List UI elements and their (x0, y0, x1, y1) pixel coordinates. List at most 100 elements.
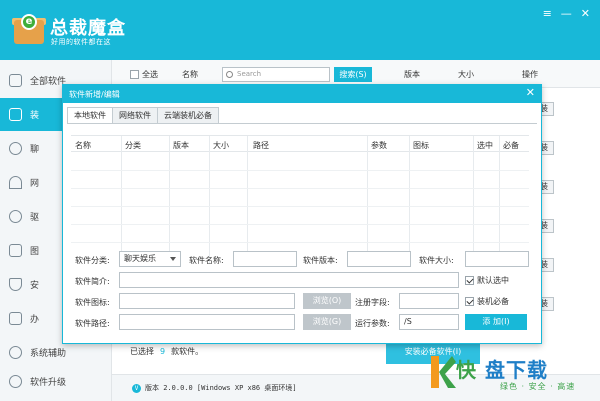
select-all-checkbox[interactable] (130, 70, 139, 79)
sidebar-item-label: 装 (30, 111, 40, 121)
column-header-size: 大小 (213, 141, 229, 150)
column-divider (367, 136, 368, 264)
sidebar-item-label: 聊 (30, 145, 40, 155)
required-checkbox[interactable] (465, 297, 474, 306)
list-header: 名称 分类 版本 大小 路径 参数 图标 选中 必备 (71, 136, 529, 152)
reg-label: 注册字段: (355, 298, 390, 307)
params-field[interactable]: /S (399, 314, 459, 330)
column-header-version: 版本 (173, 141, 189, 150)
intro-label: 软件简介: (75, 277, 110, 286)
window-controls: ≡ — ✕ (543, 8, 590, 19)
version-label: 软件版本: (303, 256, 338, 265)
dialog-title: 软件新增/编辑 (69, 90, 120, 99)
browse-path-button[interactable]: 浏览(G) (303, 314, 351, 330)
icon-label: 软件图标: (75, 298, 110, 307)
path-field[interactable] (119, 314, 295, 330)
shield-icon (9, 278, 22, 291)
select-all[interactable]: 全选 (130, 69, 158, 80)
row-divider (71, 170, 529, 171)
close-icon[interactable]: ✕ (526, 87, 535, 99)
column-divider (209, 136, 210, 264)
sidebar-item-label: 系统辅助 (30, 349, 67, 359)
search-icon (226, 71, 233, 78)
search-placeholder: Search (237, 70, 262, 78)
column-divider (473, 136, 474, 264)
watermark-title: 快 盘下载 (456, 354, 548, 383)
version-info: V 版本 2.0.0.0 [Windows XP x86 桌面环境] (132, 383, 297, 393)
software-edit-dialog: 软件新增/编辑 ✕ 本地软件 网络软件 云端装机必备 名称 分类 版本 大小 路… (62, 84, 542, 344)
size-label: 软件大小: (419, 256, 454, 265)
size-column-header: 大小 (458, 70, 474, 79)
software-list[interactable]: 名称 分类 版本 大小 路径 参数 图标 选中 必备 (71, 135, 529, 264)
row-divider (71, 206, 529, 207)
sidebar-item-label: 办 (30, 315, 40, 325)
close-icon[interactable]: ✕ (581, 8, 590, 19)
version-field[interactable] (347, 251, 411, 267)
sidebar-item-label: 图 (30, 247, 40, 257)
required-option[interactable]: 装机必备 (465, 296, 509, 307)
sidebar-item-label: 全部软件 (30, 77, 67, 87)
refresh-icon (9, 375, 22, 388)
monitor-icon (9, 108, 22, 121)
default-checked-checkbox[interactable] (465, 276, 474, 285)
add-button[interactable]: 添 加(I) (465, 314, 527, 330)
watermark-title-b: 盘下载 (484, 358, 548, 382)
category-select[interactable]: 聊天娱乐 (119, 251, 181, 267)
row-divider (71, 242, 529, 243)
tab-cloud-required[interactable]: 云端装机必备 (157, 107, 219, 123)
gear-icon (9, 210, 22, 223)
name-field[interactable] (233, 251, 297, 267)
minimize-icon[interactable]: — (561, 8, 572, 19)
column-header-icon: 图标 (413, 141, 429, 150)
chat-icon (9, 142, 22, 155)
cog-icon (9, 346, 22, 359)
default-checked-option[interactable]: 默认选中 (465, 275, 509, 286)
selected-prefix: 已选择 (130, 347, 154, 356)
sidebar-item-label: 网 (30, 179, 40, 189)
watermark-title-a: 快 (456, 358, 477, 382)
action-column-header: 操作 (522, 70, 538, 79)
column-divider (409, 136, 410, 264)
tab-divider (67, 123, 537, 124)
wifi-icon (9, 176, 22, 189)
app-logo-icon: e (12, 14, 46, 44)
dialog-tabs: 本地软件 网络软件 云端装机必备 (67, 107, 219, 124)
column-header-name: 名称 (75, 141, 91, 150)
required-label: 装机必备 (477, 297, 509, 306)
row-divider (71, 188, 529, 189)
category-label: 软件分类: (75, 256, 110, 265)
image-icon (9, 244, 22, 257)
size-field[interactable] (465, 251, 529, 267)
column-header-path: 路径 (253, 141, 269, 150)
column-header-category: 分类 (125, 141, 141, 150)
search-input[interactable]: Search (222, 67, 330, 82)
sidebar-item-label: 软件升级 (30, 378, 67, 388)
icon-path-field[interactable] (119, 293, 295, 309)
sidebar-item-upgrade[interactable]: 软件升级 (0, 365, 112, 398)
category-select-value: 聊天娱乐 (124, 254, 156, 263)
dialog-title-bar: 软件新增/编辑 ✕ (63, 85, 541, 103)
selected-info: 已选择 9 款软件。 (130, 346, 203, 357)
version-label: 版本 2.0.0.0 [Windows XP x86 桌面环境] (145, 384, 297, 392)
search-button[interactable]: 搜索(S) (334, 67, 372, 82)
column-divider (169, 136, 170, 264)
column-divider (121, 136, 122, 264)
version-column-header: 版本 (404, 70, 420, 79)
tab-network-software[interactable]: 网络软件 (112, 107, 158, 123)
params-label: 运行参数: (355, 319, 390, 328)
tab-local-software[interactable]: 本地软件 (67, 107, 113, 124)
selected-count: 9 (160, 347, 166, 356)
app-slogan: 好用的软件都在这 (51, 38, 111, 46)
column-header-required: 必备 (503, 141, 519, 150)
document-icon (9, 312, 22, 325)
row-divider (71, 224, 529, 225)
selected-suffix: 款软件。 (171, 347, 204, 356)
sidebar-item-label: 安 (30, 281, 40, 291)
column-header-checked: 选中 (477, 141, 493, 150)
intro-field[interactable] (119, 272, 459, 288)
browse-icon-button[interactable]: 浏览(O) (303, 293, 351, 309)
watermark-subtitle: 绿色 · 安全 · 高速 (500, 382, 576, 391)
menu-icon[interactable]: ≡ (543, 8, 552, 19)
chevron-down-icon (170, 257, 176, 261)
reg-field[interactable] (399, 293, 459, 309)
